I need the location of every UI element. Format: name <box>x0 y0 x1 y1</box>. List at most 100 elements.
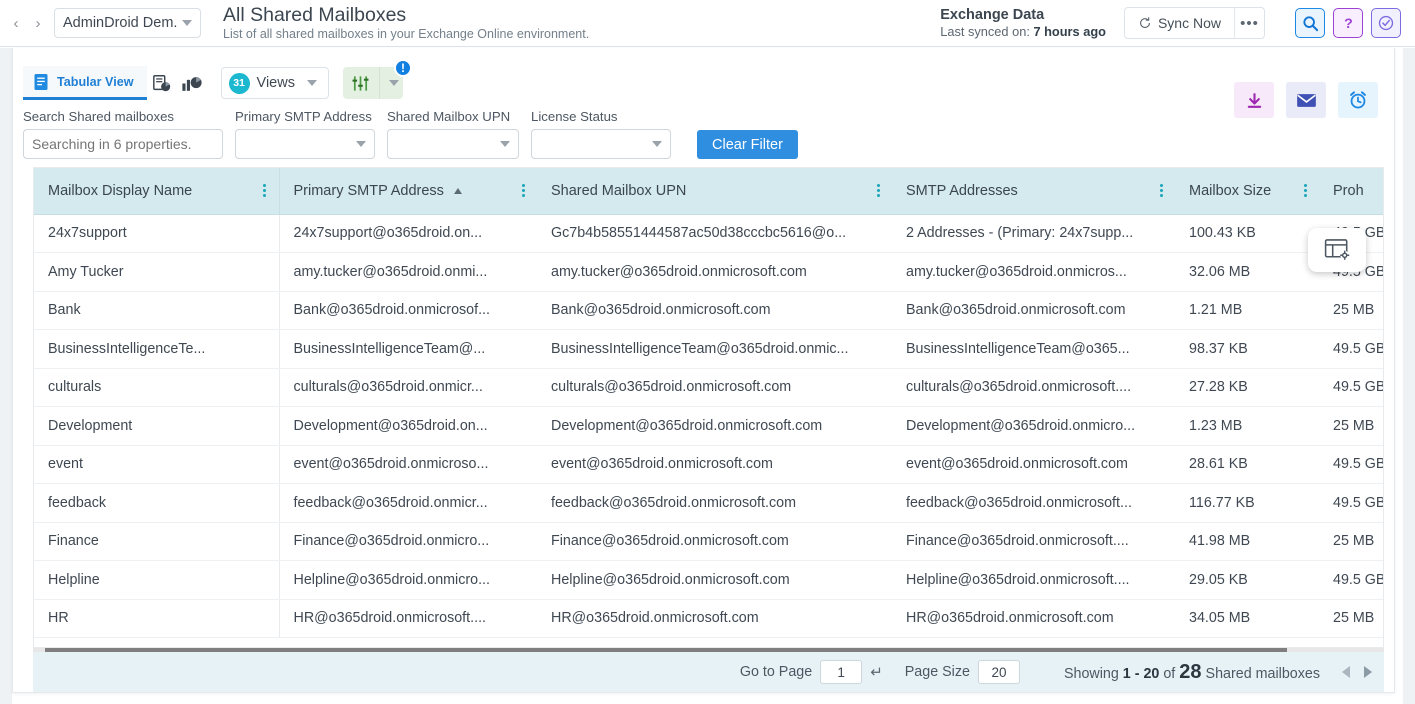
cell-upn: Gc7b4b58551444587ac50d38cccbc5616@o... <box>537 214 892 253</box>
sort-ascending-icon <box>453 187 462 194</box>
table-settings-icon <box>1324 239 1349 260</box>
showing-summary: Showing 1 - 20 of 28 Shared mailboxes <box>1064 661 1320 684</box>
column-menu-icon[interactable] <box>1299 183 1311 199</box>
table-row[interactable]: feedback feedback@o365droid.onmicr... feed… <box>34 483 1383 523</box>
search-button[interactable] <box>1295 8 1325 38</box>
cell-prohibit-send: 25 MB <box>1319 406 1383 446</box>
primary-smtp-filter-label: Primary SMTP Address <box>235 109 372 124</box>
sync-button-group: Sync Now ••• <box>1123 7 1265 39</box>
cell-smtp-addresses: feedback@o365droid.onmicrosoft... <box>892 483 1175 523</box>
nav-back-icon[interactable]: ‹ <box>6 9 26 37</box>
cell-mailbox-size: 1.21 MB <box>1175 291 1319 330</box>
cell-upn: Helpline@o365droid.onmicrosoft.com <box>537 560 892 600</box>
chevron-down-icon <box>306 80 317 86</box>
primary-smtp-filter-group: Primary SMTP Address <box>235 109 375 159</box>
cell-mailbox-size: 100.43 KB <box>1175 214 1319 253</box>
license-status-filter-label: License Status <box>531 109 618 124</box>
table-row[interactable]: Development Development@o365droid.on... De… <box>34 406 1383 446</box>
views-button-label: Views <box>256 75 295 91</box>
license-status-filter-group: License Status <box>531 109 671 159</box>
cell-primary-smtp: event@o365droid.onmicroso... <box>279 445 537 484</box>
cell-primary-smtp: culturals@o365droid.onmicr... <box>279 368 537 407</box>
column-header-label: SMTP Addresses <box>906 182 1018 199</box>
upn-filter-label: Shared Mailbox UPN <box>387 109 511 124</box>
column-header-primary-smtp[interactable]: Primary SMTP Address <box>279 168 537 215</box>
column-menu-icon[interactable] <box>259 183 271 199</box>
views-button[interactable]: 31 Views <box>220 67 329 99</box>
title-block: All Shared Mailboxes List of all shared … <box>223 4 589 42</box>
summary-view-icon[interactable] <box>147 68 177 98</box>
cell-upn: Development@o365droid.onmicrosoft.com <box>537 406 892 446</box>
table-row[interactable]: Amy Tucker amy.tucker@o365droid.onmi... am… <box>34 252 1383 292</box>
search-input[interactable] <box>23 129 223 159</box>
table-row[interactable]: culturals culturals@o365droid.onmicr... cu… <box>34 368 1383 407</box>
cell-display-name: 24x7support <box>34 214 280 253</box>
cell-smtp-addresses: Development@o365droid.onmicro... <box>892 406 1175 446</box>
table-body: 24x7support 24x7support@o365droid.on... Gc… <box>34 214 1383 638</box>
cell-prohibit-send: 49.5 GB <box>1319 368 1383 407</box>
column-header-display-name[interactable]: Mailbox Display Name <box>34 168 280 215</box>
sync-now-button[interactable]: Sync Now <box>1125 8 1234 38</box>
sync-more-button[interactable]: ••• <box>1234 8 1264 38</box>
cell-display-name: Development <box>34 406 280 446</box>
goto-page-submit-icon[interactable]: ↵ <box>870 663 883 681</box>
primary-smtp-select[interactable] <box>235 129 375 159</box>
chart-view-icon[interactable] <box>177 68 207 98</box>
column-settings-button[interactable] <box>1308 228 1366 272</box>
sync-value: 7 hours ago <box>1033 23 1106 39</box>
column-menu-icon[interactable] <box>1155 183 1167 199</box>
cell-prohibit-send: 49.5 GB <box>1319 329 1383 369</box>
goto-page-input[interactable] <box>820 660 863 684</box>
showing-label: Showing <box>1063 665 1119 682</box>
column-header-mailbox-size[interactable]: Mailbox Size <box>1175 168 1319 215</box>
cell-prohibit-send: 25 MB <box>1319 599 1383 638</box>
table-row[interactable]: Helpline Helpline@o365droid.onmicro... Hel… <box>34 560 1383 600</box>
table-row[interactable]: Bank Bank@o365droid.onmicrosof... Bank@o36… <box>34 291 1383 330</box>
views-count-badge: 31 <box>228 72 250 94</box>
cell-prohibit-send: 49.5 GB <box>1319 445 1383 484</box>
column-menu-icon[interactable] <box>517 183 529 199</box>
column-header-prohibit-send[interactable]: Proh <box>1319 168 1383 215</box>
filter-row: Search Shared mailboxes Primary SMTP Add… <box>23 103 1383 159</box>
previous-page-button[interactable] <box>1342 666 1350 678</box>
page-nav-arrows <box>1342 666 1372 678</box>
cell-upn: event@o365droid.onmicrosoft.com <box>537 445 892 484</box>
sync-timestamp: Last synced on: 7 hours ago <box>940 24 1106 40</box>
tab-tabular-view[interactable]: Tabular View <box>23 66 147 100</box>
tenant-selector[interactable]: AdminDroid Dem... <box>54 8 201 38</box>
cell-upn: feedback@o365droid.onmicrosoft.com <box>537 483 892 523</box>
advanced-filter-group: ! <box>342 59 412 99</box>
clear-filter-button[interactable]: Clear Filter <box>697 130 798 159</box>
table-row[interactable]: HR HR@o365droid.onmicrosoft.... HR@o365dro… <box>34 599 1383 638</box>
table-row[interactable]: BusinessIntelligenceTe... BusinessIntelli… <box>34 329 1383 369</box>
cell-primary-smtp: amy.tucker@o365droid.onmi... <box>279 252 537 292</box>
advanced-filter-button[interactable] <box>343 67 379 99</box>
cell-upn: amy.tucker@o365droid.onmicrosoft.com <box>537 252 892 292</box>
column-header-upn[interactable]: Shared Mailbox UPN <box>537 168 892 215</box>
next-page-button[interactable] <box>1364 666 1372 678</box>
page-size-label: Page Size <box>904 664 970 680</box>
left-rail <box>0 48 12 704</box>
cell-upn: Bank@o365droid.onmicrosoft.com <box>537 291 892 330</box>
cell-display-name: Helpline <box>34 560 280 600</box>
question-mark-icon: ? <box>1344 16 1353 32</box>
table-row[interactable]: 24x7support 24x7support@o365droid.on... Gc… <box>34 214 1383 253</box>
column-menu-icon[interactable] <box>872 183 884 199</box>
chevron-down-icon <box>388 80 399 86</box>
license-status-select[interactable] <box>531 129 671 159</box>
page-size-input[interactable] <box>977 660 1020 684</box>
sliders-icon <box>352 75 369 91</box>
column-header-smtp-addresses[interactable]: SMTP Addresses <box>892 168 1175 215</box>
cell-prohibit-send: 25 MB <box>1319 522 1383 561</box>
upn-select[interactable] <box>387 129 519 159</box>
column-header-label: Primary SMTP Address <box>293 182 444 199</box>
tasks-button[interactable] <box>1371 8 1401 38</box>
nav-forward-icon[interactable]: › <box>28 9 48 37</box>
table-row[interactable]: Finance Finance@o365droid.onmicro... Finan… <box>34 522 1383 561</box>
cell-display-name: feedback <box>34 483 280 523</box>
cell-upn: HR@o365droid.onmicrosoft.com <box>537 599 892 638</box>
help-button[interactable]: ? <box>1333 8 1363 38</box>
column-header-label: Proh <box>1333 182 1364 199</box>
search-filter-group: Search Shared mailboxes <box>23 109 223 159</box>
table-row[interactable]: event event@o365droid.onmicroso... event@o… <box>34 445 1383 484</box>
